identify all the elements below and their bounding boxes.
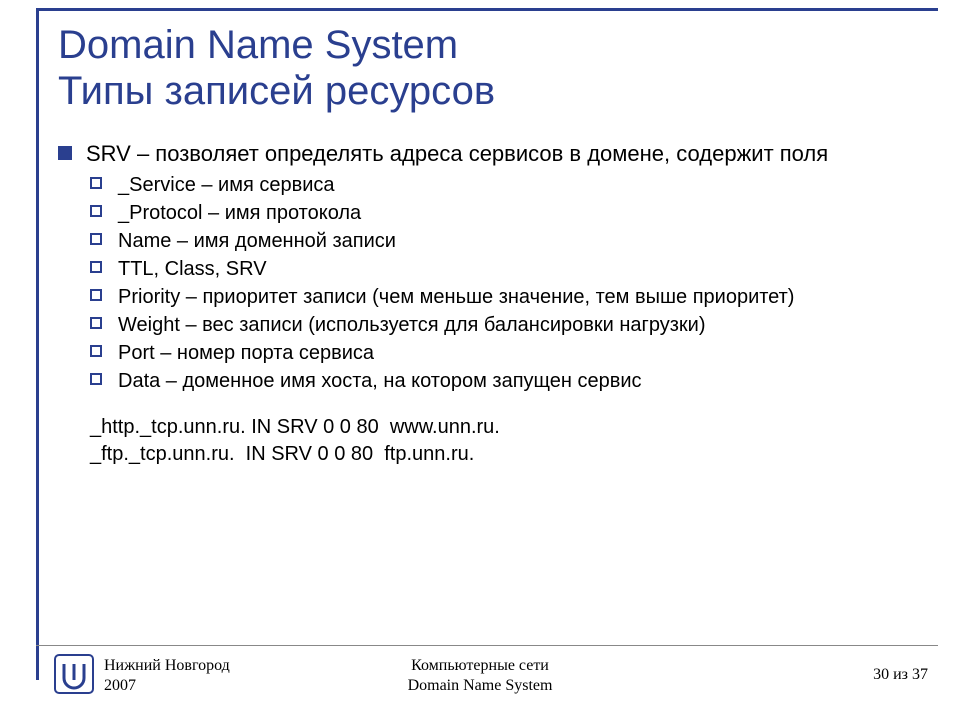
sub-item-text: _Service – имя сервиса xyxy=(118,174,335,196)
main-item-text: SRV – позволяет определять адреса сервис… xyxy=(86,141,828,166)
sub-item-text: Data – доменное имя хоста, на котором за… xyxy=(118,370,642,392)
bullet-level-2: Port – номер порта сервиса xyxy=(90,340,920,366)
sub-item-text: _Protocol – имя протокола xyxy=(118,202,361,224)
sub-item-text: Weight – вес записи (используется для ба… xyxy=(118,314,705,336)
open-square-bullet-icon xyxy=(90,177,102,189)
bullet-level-2: Data – доменное имя хоста, на котором за… xyxy=(90,368,920,394)
bullet-level-2: Name – имя доменной записи xyxy=(90,228,920,254)
title-line-2: Типы записей ресурсов xyxy=(58,69,495,113)
bullet-level-2: Weight – вес записи (используется для ба… xyxy=(90,312,920,338)
page-number: 30 из 37 xyxy=(873,666,928,684)
title-line-1: Domain Name System xyxy=(58,23,458,67)
open-square-bullet-icon xyxy=(90,261,102,273)
open-square-bullet-icon xyxy=(90,233,102,245)
page-number-text: 30 из 37 xyxy=(873,666,928,683)
left-rule xyxy=(36,8,39,680)
sub-item-text: TTL, Class, SRV xyxy=(118,258,267,280)
open-square-bullet-icon xyxy=(90,345,102,357)
example-line-1: _http._tcp.unn.ru. IN SRV 0 0 80 www.unn… xyxy=(90,416,500,438)
bullet-level-2: TTL, Class, SRV xyxy=(90,256,920,282)
slide: Domain Name System Типы записей ресурсов… xyxy=(0,0,960,720)
bullet-level-2: _Protocol – имя протокола xyxy=(90,200,920,226)
open-square-bullet-icon xyxy=(90,289,102,301)
slide-title: Domain Name System Типы записей ресурсов xyxy=(58,22,930,114)
footer-center-line-2: Domain Name System xyxy=(408,677,553,694)
sub-item-text: Priority – приоритет записи (чем меньше … xyxy=(118,286,794,308)
footer-rule xyxy=(36,645,938,646)
open-square-bullet-icon xyxy=(90,373,102,385)
slide-body: SRV – позволяет определять адреса сервис… xyxy=(58,140,920,468)
sub-item-text: Port – номер порта сервиса xyxy=(118,342,374,364)
top-rule xyxy=(36,8,938,11)
bullet-level-2: _Service – имя сервиса xyxy=(90,172,920,198)
footer-center: Компьютерные сети Domain Name System xyxy=(0,656,960,696)
open-square-bullet-icon xyxy=(90,205,102,217)
footer-center-line-1: Компьютерные сети xyxy=(411,657,549,674)
open-square-bullet-icon xyxy=(90,317,102,329)
sub-item-text: Name – имя доменной записи xyxy=(118,230,396,252)
bullet-level-1: SRV – позволяет определять адреса сервис… xyxy=(58,140,920,168)
square-bullet-icon xyxy=(58,146,72,160)
example-block: _http._tcp.unn.ru. IN SRV 0 0 80 www.unn… xyxy=(90,414,920,468)
example-line-2: _ftp._tcp.unn.ru. IN SRV 0 0 80 ftp.unn.… xyxy=(90,443,474,465)
bullet-level-2: Priority – приоритет записи (чем меньше … xyxy=(90,284,920,310)
footer: Нижний Новгород 2007 Компьютерные сети D… xyxy=(0,652,960,700)
